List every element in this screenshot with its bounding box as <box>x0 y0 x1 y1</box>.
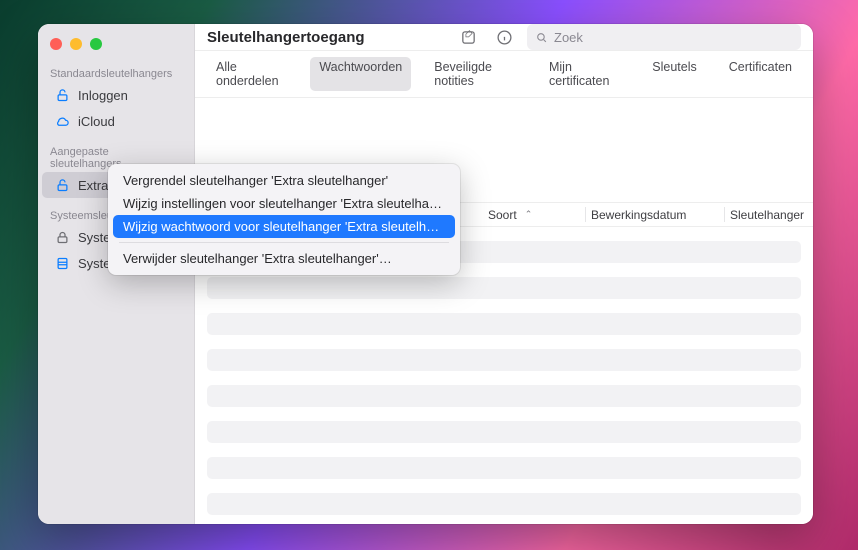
column-label: Soort <box>488 208 517 222</box>
column-label: Bewerkingsdatum <box>591 208 686 222</box>
filter-tabs: Alle onderdelen Wachtwoorden Beveiligde … <box>195 51 813 98</box>
sidebar-item-label: Inloggen <box>78 88 128 103</box>
empty-row-placeholder <box>207 277 801 299</box>
menu-item-delete-keychain[interactable]: Verwijder sleutelhanger 'Extra sleutelha… <box>113 247 455 270</box>
compose-button[interactable] <box>455 24 481 50</box>
empty-row-placeholder <box>207 313 801 335</box>
empty-row-placeholder <box>207 457 801 479</box>
tab-secure-notes[interactable]: Beveiligde notities <box>425 57 526 91</box>
sort-ascending-icon: ⌃ <box>525 209 533 220</box>
search-icon <box>535 31 548 44</box>
tab-my-certificates[interactable]: Mijn certificaten <box>540 57 629 91</box>
search-field[interactable]: Zoek <box>527 24 801 50</box>
unlock-icon <box>54 177 70 193</box>
empty-row-placeholder <box>207 421 801 443</box>
toolbar: Sleutelhangertoegang Zoek <box>195 24 813 51</box>
menu-item-change-settings[interactable]: Wijzig instellingen voor sleutelhanger '… <box>113 192 455 215</box>
empty-row-placeholder <box>207 493 801 515</box>
menu-item-lock-keychain[interactable]: Vergrendel sleutelhanger 'Extra sleutelh… <box>113 169 455 192</box>
sidebar-item-label: iCloud <box>78 114 115 129</box>
window-controls <box>38 32 194 64</box>
minimize-window-button[interactable] <box>70 38 82 50</box>
close-window-button[interactable] <box>50 38 62 50</box>
empty-row-placeholder <box>207 349 801 371</box>
window-title: Sleutelhangertoegang <box>207 29 445 46</box>
menu-separator <box>119 242 449 243</box>
info-button[interactable] <box>491 24 517 50</box>
tab-certificates[interactable]: Certificaten <box>720 57 801 91</box>
column-label: Sleutelhanger <box>730 208 804 222</box>
search-placeholder: Zoek <box>554 30 583 45</box>
sidebar-section-label: Standaardsleutelhangers <box>38 64 194 82</box>
tab-all[interactable]: Alle onderdelen <box>207 57 296 91</box>
unlock-icon <box>54 87 70 103</box>
lock-icon <box>54 229 70 245</box>
empty-row-placeholder <box>207 385 801 407</box>
keychain-context-menu: Vergrendel sleutelhanger 'Extra sleutelh… <box>108 164 460 275</box>
zoom-window-button[interactable] <box>90 38 102 50</box>
cloud-icon <box>54 113 70 129</box>
menu-item-change-password[interactable]: Wijzig wachtwoord voor sleutelhanger 'Ex… <box>113 215 455 238</box>
tab-keys[interactable]: Sleutels <box>643 57 705 91</box>
tab-passwords[interactable]: Wachtwoorden <box>310 57 411 91</box>
sidebar-item-icloud[interactable]: iCloud <box>42 108 190 134</box>
column-date-modified[interactable]: Bewerkingsdatum <box>591 208 686 222</box>
column-kind[interactable]: Soort ⌃ <box>488 208 532 222</box>
column-keychain[interactable]: Sleutelhanger <box>730 208 804 222</box>
cabinet-icon <box>54 255 70 271</box>
sidebar-item-login[interactable]: Inloggen <box>42 82 190 108</box>
